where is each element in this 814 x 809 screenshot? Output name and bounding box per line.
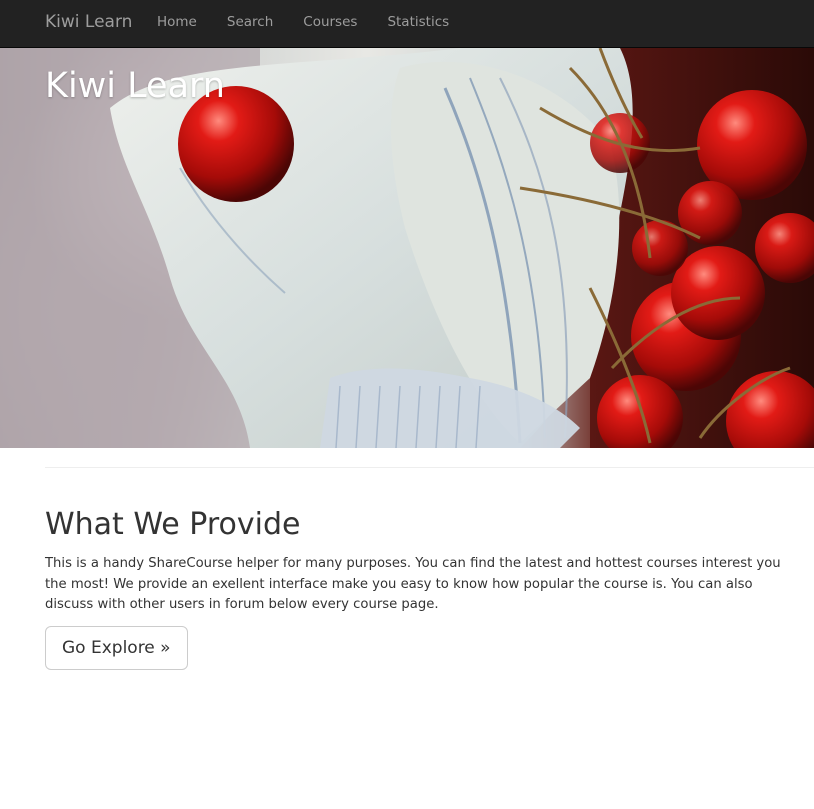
top-navbar: Kiwi Learn Home Search Courses Statistic… bbox=[0, 0, 814, 48]
nav-item-courses[interactable]: Courses bbox=[303, 0, 357, 48]
brand-link[interactable]: Kiwi Learn bbox=[45, 0, 132, 48]
nav-item-search[interactable]: Search bbox=[227, 0, 273, 48]
section-divider bbox=[45, 467, 814, 468]
hero-banner: Kiwi Learn bbox=[0, 48, 814, 448]
hero-title: Kiwi Learn bbox=[45, 66, 225, 106]
main-nav: Home Search Courses Statistics bbox=[157, 0, 479, 48]
section-title: What We Provide bbox=[45, 507, 301, 542]
section-description: This is a handy ShareCourse helper for m… bbox=[45, 556, 781, 612]
nav-item-home[interactable]: Home bbox=[157, 0, 197, 48]
nav-item-statistics[interactable]: Statistics bbox=[387, 0, 449, 48]
main-content: What We Provide This is a handy ShareCou… bbox=[45, 505, 799, 670]
hero-image bbox=[0, 48, 814, 448]
go-explore-button[interactable]: Go Explore » bbox=[45, 625, 188, 670]
